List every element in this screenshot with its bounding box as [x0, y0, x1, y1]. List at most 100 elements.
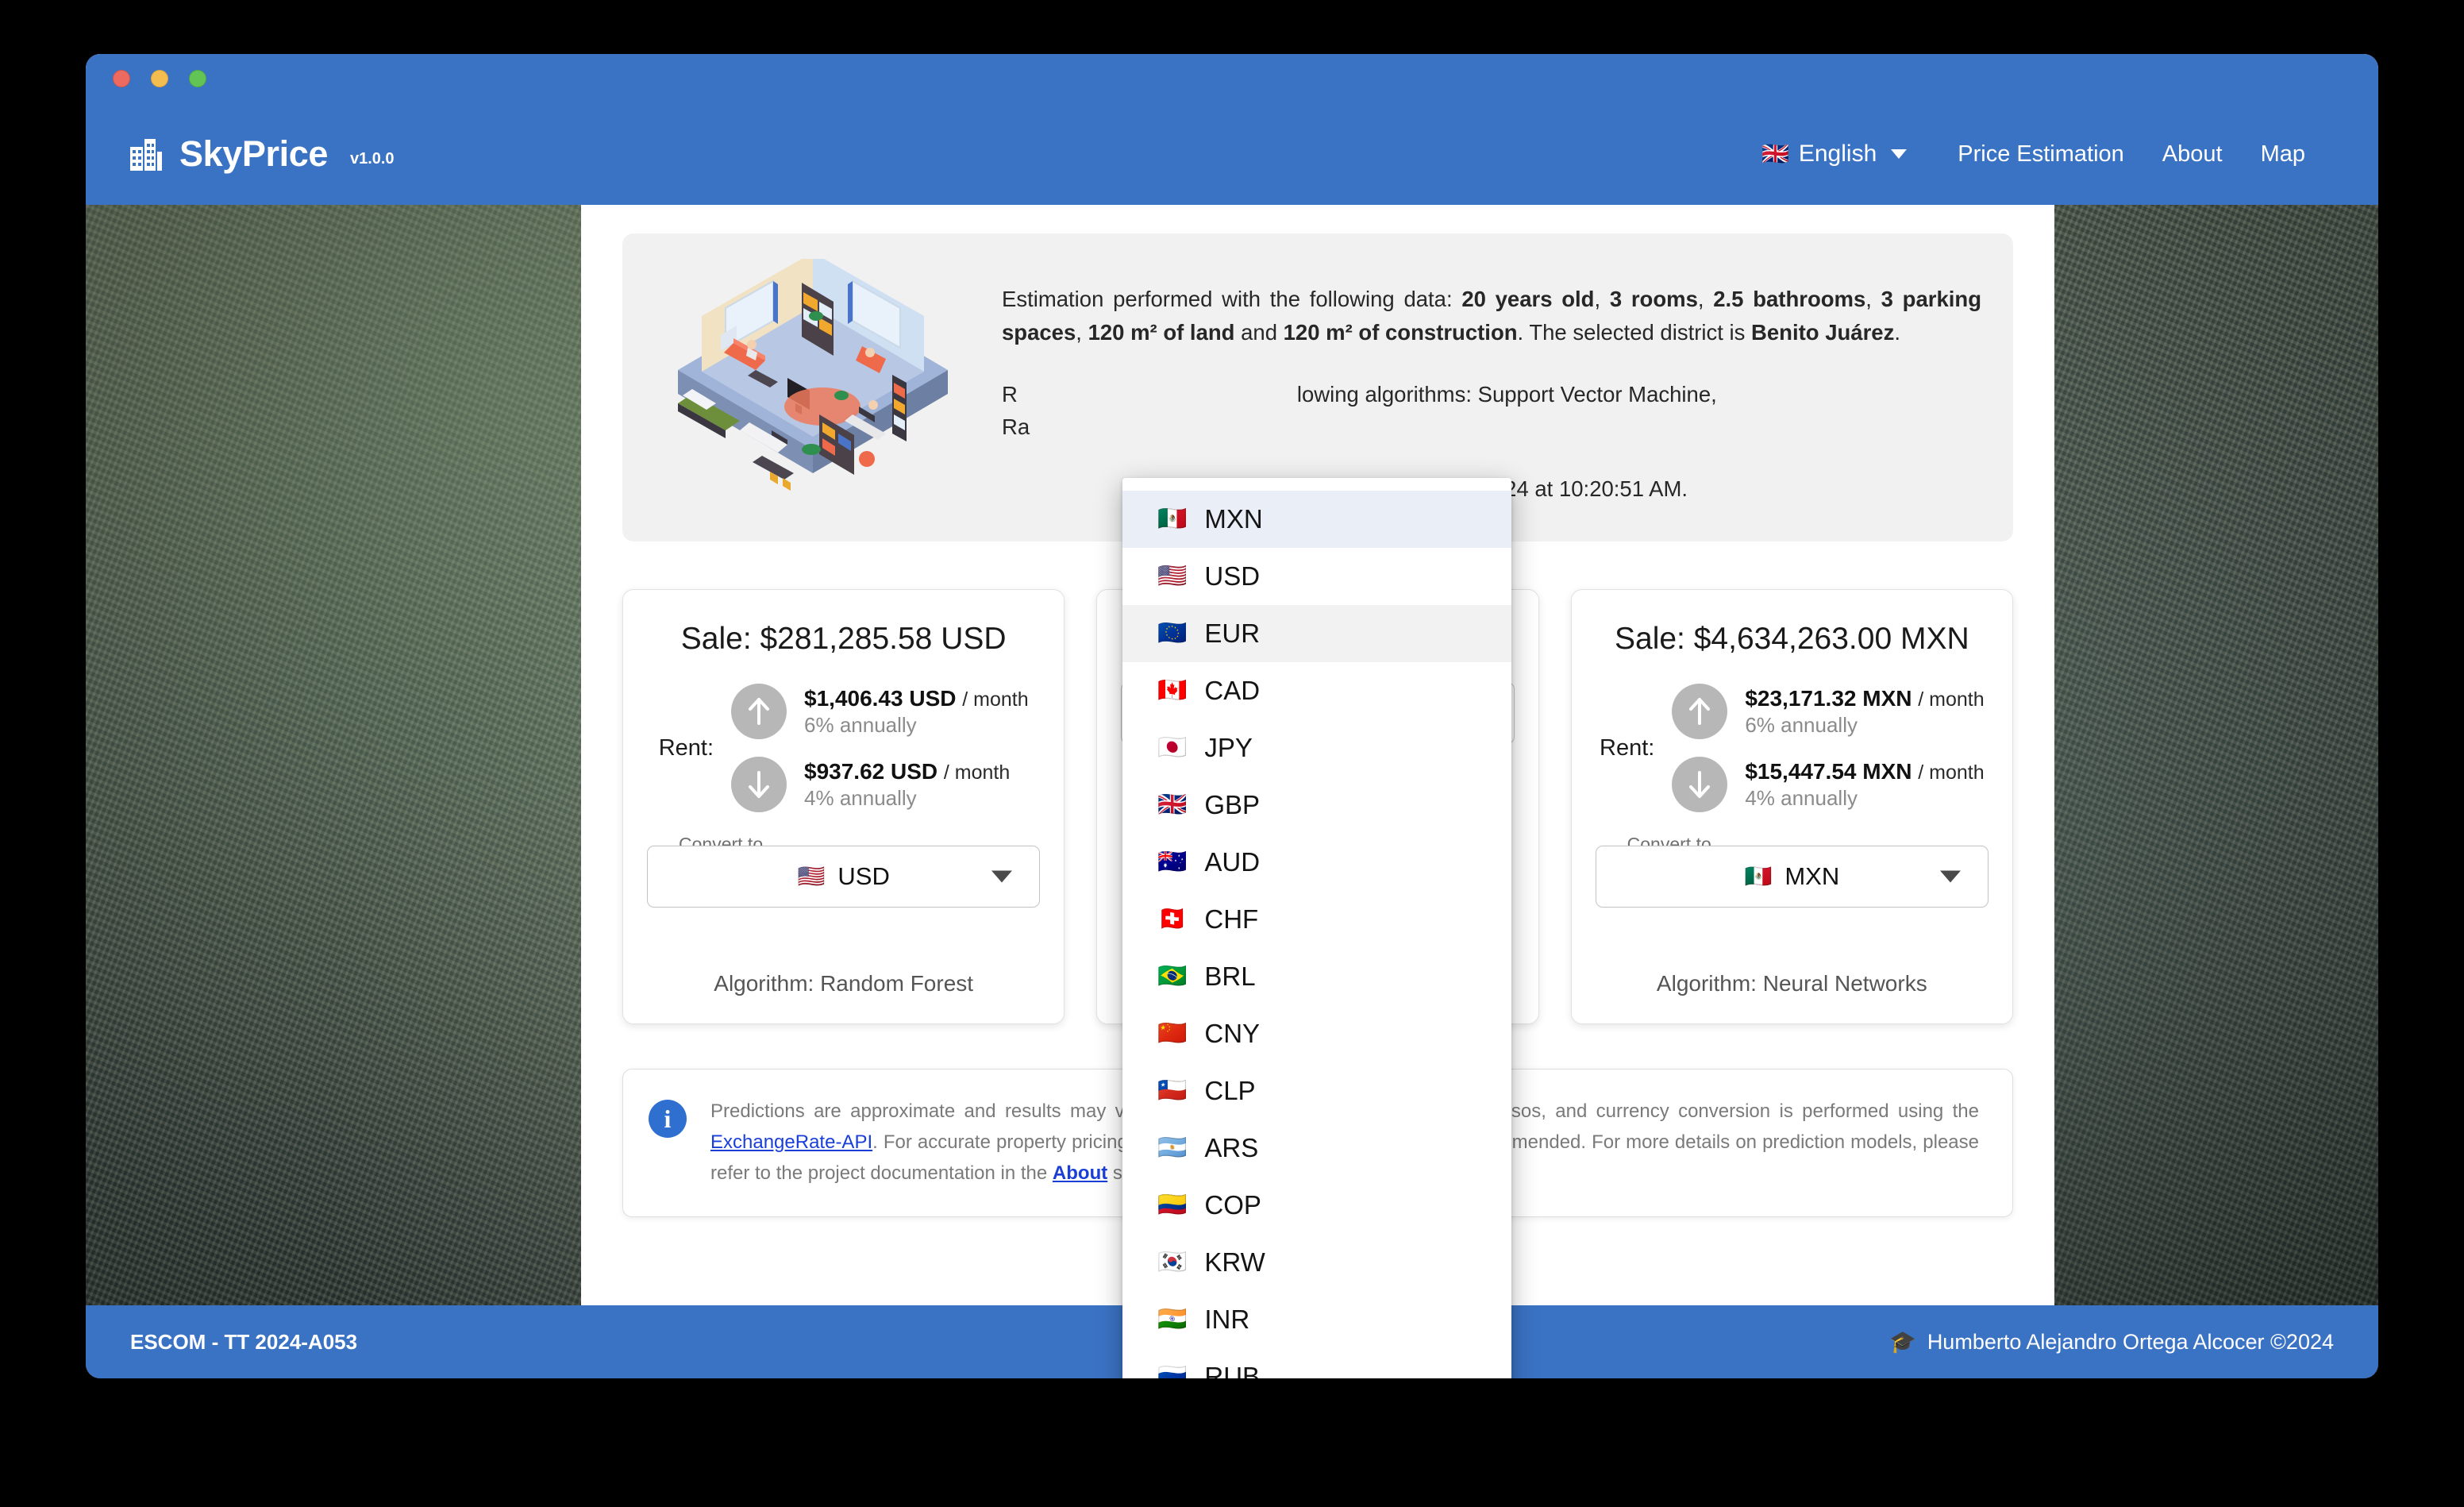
currency-option-krw[interactable]: 🇰🇷 KRW [1122, 1234, 1511, 1291]
currency-option-cop[interactable]: 🇨🇴 COP [1122, 1177, 1511, 1234]
currency-option-jpy[interactable]: 🇯🇵 JPY [1122, 719, 1511, 777]
currency-option-clp[interactable]: 🇨🇱 CLP [1122, 1062, 1511, 1120]
currency-select-value-usd: 🇺🇸 USD [798, 862, 890, 891]
traffic-lights [113, 70, 206, 87]
chevron-down-icon [1891, 149, 1908, 159]
rent-high-value-mxn: $23,171.32 MXN [1745, 685, 1912, 711]
currency-option-ars[interactable]: 🇦🇷 ARS [1122, 1120, 1511, 1177]
mexico-flag-icon: 🇲🇽 [1744, 864, 1773, 888]
flag-icon: 🇰🇷 [1157, 1249, 1188, 1275]
currency-option-cny[interactable]: 🇨🇳 CNY [1122, 1005, 1511, 1062]
currency-option-label: GBP [1204, 790, 1261, 819]
sep1: , [1594, 287, 1610, 311]
rent-low-pct-mxn: 4% annually [1745, 785, 1858, 810]
data-construction: 120 m² of construction [1283, 319, 1518, 345]
currency-select-mxn[interactable]: 🇲🇽 MXN [1595, 846, 1989, 908]
exchangerate-api-link[interactable]: ExchangeRate-API [710, 1131, 872, 1153]
algorithms-line1-tail: lowing algorithms: Support Vector Machin… [1296, 381, 1717, 407]
chevron-down-icon [991, 870, 1013, 883]
currency-option-cad[interactable]: 🇨🇦 CAD [1122, 662, 1511, 719]
flag-icon: 🇨🇳 [1157, 1020, 1188, 1046]
currency-dropdown-menu[interactable]: 🇲🇽 MXN 🇺🇸 USD 🇪🇺 EUR 🇨🇦 CAD 🇯🇵 JPY 🇬🇧 GBP 🇦🇺 AUD 🇨🇭 CHF… [1122, 478, 1511, 1378]
sale-price-usd: Sale: $281,285.58 USD [680, 622, 1007, 656]
currency-option-chf[interactable]: 🇨🇭 CHF [1122, 891, 1511, 948]
close-window-button[interactable] [113, 70, 130, 87]
minimize-window-button[interactable] [151, 70, 168, 87]
currency-option-label: CHF [1204, 904, 1259, 934]
rent-high-unit-mxn: / month [1918, 688, 1985, 711]
language-label: English [1798, 141, 1877, 167]
data-bathrooms: 2.5 bathrooms [1713, 287, 1866, 311]
currency-option-mxn[interactable]: 🇲🇽 MXN [1122, 491, 1511, 548]
rent-high-unit-usd: / month [962, 688, 1029, 711]
rent-low-amount-usd: $937.62 USD / month [804, 759, 1010, 784]
flag-icon: 🇨🇦 [1157, 677, 1188, 703]
brand-name: SkyPrice [179, 133, 328, 174]
algorithms-line1-lead: R [1002, 381, 1018, 407]
result-card-usd: Sale: $281,285.58 USD Rent: $1,406.43 US… [622, 589, 1065, 1024]
sep7: . [1894, 319, 1900, 345]
us-flag-icon: 🇺🇸 [797, 864, 826, 888]
rent-low-row-usd: $937.62 USD / month 4% annually [731, 757, 1029, 812]
algorithm-label-mxn: Algorithm: Neural Networks [1656, 971, 1927, 996]
currency-code-usd: USD [837, 862, 890, 890]
rent-low-value-usd: $937.62 USD [804, 758, 938, 784]
rent-high-pct-mxn: 6% annually [1745, 712, 1858, 737]
nav-link-about[interactable]: About [2143, 133, 2242, 175]
site-header: SkyPrice v1.0.0 🇬🇧 English Price Estimat… [86, 103, 2378, 205]
convert-wrap-usd: Convert to 🇺🇸 USD [647, 834, 1041, 908]
flag-icon: 🇨🇱 [1157, 1077, 1188, 1104]
sep5: and [1234, 319, 1284, 345]
rent-low-amount-mxn: $15,447.54 MXN / month [1745, 759, 1984, 784]
currency-option-label: USD [1204, 561, 1261, 591]
flag-icon: 🇪🇺 [1157, 620, 1188, 646]
sep2: , [1697, 287, 1714, 311]
data-land: 120 m² of land [1088, 319, 1235, 345]
brand[interactable]: SkyPrice v1.0.0 [129, 133, 395, 175]
rent-high-value-usd: $1,406.43 USD [804, 685, 957, 711]
currency-option-label: RUB [1204, 1362, 1261, 1378]
browser-window: SkyPrice v1.0.0 🇬🇧 English Price Estimat… [86, 54, 2378, 1378]
rent-low-pct-usd: 4% annually [804, 785, 917, 810]
maximize-window-button[interactable] [189, 70, 206, 87]
about-link[interactable]: About [1053, 1162, 1107, 1184]
currency-option-aud[interactable]: 🇦🇺 AUD [1122, 834, 1511, 891]
currency-option-label: JPY [1204, 733, 1253, 762]
currency-select-usd[interactable]: 🇺🇸 USD [647, 846, 1041, 908]
currency-option-usd[interactable]: 🇺🇸 USD [1122, 548, 1511, 605]
data-district: Benito Juárez [1751, 319, 1895, 345]
data-rooms: 3 rooms [1609, 287, 1698, 311]
currency-select-value-mxn: 🇲🇽 MXN [1744, 862, 1839, 891]
flag-icon: 🇦🇺 [1157, 849, 1188, 875]
currency-option-rub[interactable]: 🇷🇺 RUB [1122, 1348, 1511, 1378]
currency-option-label: COP [1204, 1190, 1261, 1220]
currency-option-label: AUD [1204, 847, 1261, 877]
currency-option-brl[interactable]: 🇧🇷 BRL [1122, 948, 1511, 1005]
flag-icon: 🇧🇷 [1157, 963, 1188, 989]
nav-link-map[interactable]: Map [2242, 133, 2324, 175]
data-age: 20 years old [1461, 287, 1595, 311]
rent-high-row-usd: $1,406.43 USD / month 6% annually [731, 684, 1029, 739]
building-icon [129, 136, 164, 172]
rent-low-unit-mxn: / month [1918, 761, 1985, 784]
currency-option-inr[interactable]: 🇮🇳 INR [1122, 1291, 1511, 1348]
rent-block-usd: Rent: $1,406.43 USD / month 6% annually [647, 684, 1040, 812]
arrow-up-icon [1672, 684, 1728, 739]
footer-author: 🎓 Humberto Alejandro Ortega Alcocer ©202… [1889, 1329, 2334, 1355]
apartment-illustration [646, 254, 980, 515]
currency-option-label: CAD [1204, 676, 1261, 705]
arrow-up-icon [731, 684, 787, 739]
rent-high-row-mxn: $23,171.32 MXN / month 6% annually [1672, 684, 1985, 739]
currency-option-label: BRL [1204, 962, 1256, 991]
currency-option-label: ARS [1204, 1133, 1259, 1162]
footer-project-code: ESCOM - TT 2024-A053 [130, 1329, 358, 1354]
sep3: , [1865, 287, 1881, 311]
screen: SkyPrice v1.0.0 🇬🇧 English Price Estimat… [0, 0, 2464, 1507]
currency-option-label: INR [1204, 1305, 1250, 1334]
rent-high-pct-usd: 6% annually [804, 712, 917, 737]
currency-option-gbp[interactable]: 🇬🇧 GBP [1122, 777, 1511, 834]
language-selector[interactable]: 🇬🇧 English [1744, 133, 1924, 175]
currency-option-eur[interactable]: 🇪🇺 EUR [1122, 605, 1511, 662]
currency-option-label: CNY [1204, 1019, 1261, 1048]
nav-link-price-estimation[interactable]: Price Estimation [1938, 133, 2143, 175]
